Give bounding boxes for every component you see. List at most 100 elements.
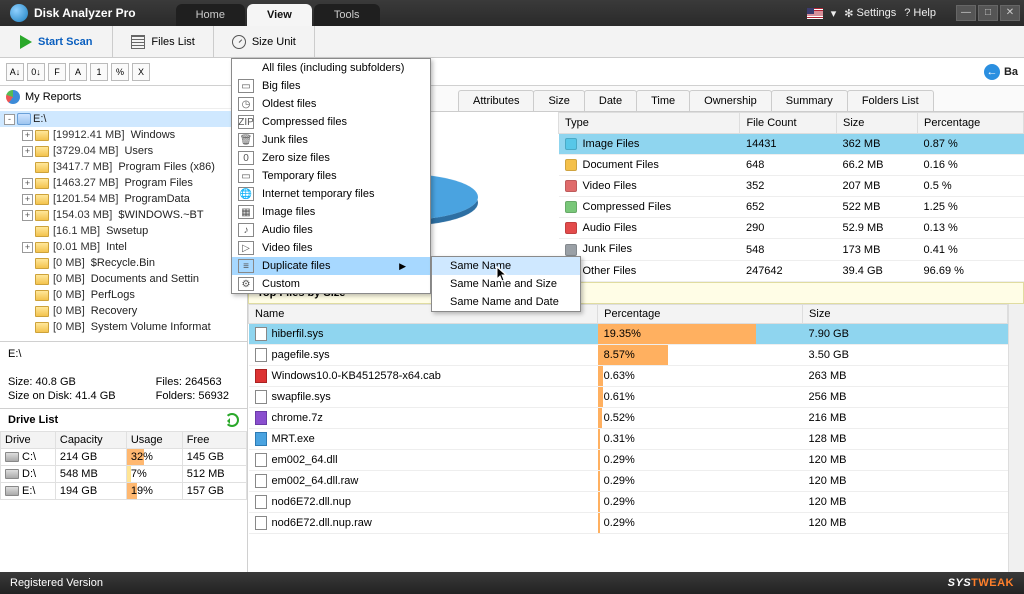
expander-icon[interactable]: + <box>22 194 33 205</box>
drive-row[interactable]: C:\214 GB32%145 GB <box>1 449 247 466</box>
file-row[interactable]: nod6E72.dll.nup.raw0.29%120 MB <box>249 513 1008 534</box>
col-type[interactable]: Type <box>559 113 740 134</box>
expander-icon[interactable]: + <box>22 210 33 221</box>
menu-item[interactable]: 🌐Internet temporary files <box>232 185 430 203</box>
submenu-item[interactable]: Same Name and Date <box>432 293 580 311</box>
file-row[interactable]: Windows10.0-KB4512578-x64.cab0.63%263 MB <box>249 366 1008 387</box>
type-row[interactable]: Document Files64866.2 MB0.16 % <box>559 155 1024 176</box>
filter-pct-button[interactable]: % <box>111 63 129 81</box>
type-row[interactable]: Video Files352207 MB0.5 % <box>559 176 1024 197</box>
files-list-button[interactable]: Files List <box>113 26 213 57</box>
menu-item[interactable]: 🗑Junk files <box>232 131 430 149</box>
content-tab[interactable]: Size <box>533 90 584 111</box>
window-close-button[interactable]: ✕ <box>1000 5 1020 21</box>
sort-asc-button[interactable]: A↓ <box>6 63 24 81</box>
tree-row[interactable]: [0 MB]Documents and Settin <box>0 271 247 287</box>
window-minimize-button[interactable]: — <box>956 5 976 21</box>
tree-row[interactable]: [0 MB]Recovery <box>0 303 247 319</box>
scrollbar[interactable] <box>1008 304 1024 572</box>
sort-desc-button[interactable]: 0↓ <box>27 63 45 81</box>
type-row[interactable]: Audio Files29052.9 MB0.13 % <box>559 218 1024 239</box>
col-count[interactable]: File Count <box>740 113 837 134</box>
size-unit-button[interactable]: Size Unit <box>214 26 315 57</box>
file-row[interactable]: hiberfil.sys19.35%7.90 GB <box>249 324 1008 345</box>
type-row[interactable]: Other Files24764239.4 GB96.69 % <box>559 260 1024 281</box>
expander-icon[interactable]: + <box>22 242 33 253</box>
menu-item[interactable]: ▦Image files <box>232 203 430 221</box>
col-capacity[interactable]: Capacity <box>55 432 126 449</box>
type-row[interactable]: Image Files14431362 MB0.87 % <box>559 134 1024 155</box>
menu-item[interactable]: 0Zero size files <box>232 149 430 167</box>
content-tab[interactable]: Summary <box>771 90 848 111</box>
content-tab[interactable]: Date <box>584 90 637 111</box>
settings-button[interactable]: ✻Settings <box>844 7 896 20</box>
folder-icon <box>35 274 49 285</box>
filter-a-button[interactable]: A <box>69 63 87 81</box>
submenu-item[interactable]: Same Name <box>432 257 580 275</box>
tab-view[interactable]: View <box>247 4 312 26</box>
tree-row[interactable]: [16.1 MB]Swsetup <box>0 223 247 239</box>
col-file-size[interactable]: Size <box>803 305 1008 324</box>
type-row[interactable]: Junk Files548173 MB0.41 % <box>559 239 1024 260</box>
tree-row[interactable]: +[1201.54 MB]ProgramData <box>0 191 247 207</box>
drive-row[interactable]: E:\194 GB19%157 GB <box>1 483 247 500</box>
tree-root[interactable]: - E:\ <box>0 111 247 127</box>
menu-item[interactable]: All files (including subfolders) <box>232 59 430 77</box>
tree-label: $Recycle.Bin <box>91 257 155 269</box>
menu-item[interactable]: ◷Oldest files <box>232 95 430 113</box>
content-tab[interactable]: Ownership <box>689 90 772 111</box>
filter-x-button[interactable]: X <box>132 63 150 81</box>
menu-item[interactable]: ≡Duplicate files▶ <box>232 257 430 275</box>
type-row[interactable]: Compressed Files652522 MB1.25 % <box>559 197 1024 218</box>
expander-icon[interactable]: + <box>22 146 33 157</box>
help-button[interactable]: ?Help <box>904 7 936 19</box>
col-usage[interactable]: Usage <box>126 432 182 449</box>
content-tab[interactable]: Folders List <box>847 90 934 111</box>
menu-item[interactable]: ⚙Custom <box>232 275 430 293</box>
tree-row[interactable]: +[19912.41 MB]Windows <box>0 127 247 143</box>
expander-icon[interactable]: + <box>22 130 33 141</box>
expander-icon[interactable]: + <box>22 178 33 189</box>
back-button[interactable]: ← Ba <box>984 64 1018 80</box>
file-row[interactable]: pagefile.sys8.57%3.50 GB <box>249 345 1008 366</box>
filter-1-button[interactable]: 1 <box>90 63 108 81</box>
filter-f-button[interactable]: F <box>48 63 66 81</box>
refresh-button[interactable] <box>225 413 239 427</box>
col-pct[interactable]: Percentage <box>918 113 1024 134</box>
menu-item[interactable]: ZIPCompressed files <box>232 113 430 131</box>
tree-row[interactable]: [0 MB]System Volume Informat <box>0 319 247 335</box>
file-row[interactable]: em002_64.dll0.29%120 MB <box>249 450 1008 471</box>
menu-item[interactable]: ▭Big files <box>232 77 430 95</box>
tab-tools[interactable]: Tools <box>314 4 380 26</box>
col-drive[interactable]: Drive <box>1 432 56 449</box>
file-row[interactable]: chrome.7z0.52%216 MB <box>249 408 1008 429</box>
drive-row[interactable]: D:\548 MB7%512 MB <box>1 466 247 483</box>
my-reports-header[interactable]: My Reports <box>0 86 247 109</box>
content-tab[interactable]: Attributes <box>458 90 534 111</box>
menu-item[interactable]: ▷Video files <box>232 239 430 257</box>
language-flag-icon[interactable] <box>807 8 823 19</box>
tab-home[interactable]: Home <box>176 4 245 26</box>
start-scan-button[interactable]: Start Scan <box>0 26 113 57</box>
col-size[interactable]: Size <box>837 113 918 134</box>
tree-row[interactable]: +[0.01 MB]Intel <box>0 239 247 255</box>
tree-row[interactable]: [3417.7 MB]Program Files (x86) <box>0 159 247 175</box>
content-tab[interactable]: Time <box>636 90 690 111</box>
tree-row[interactable]: [0 MB]PerfLogs <box>0 287 247 303</box>
language-dropdown-icon[interactable]: ▾ <box>831 7 837 20</box>
file-row[interactable]: MRT.exe0.31%128 MB <box>249 429 1008 450</box>
file-row[interactable]: nod6E72.dll.nup0.29%120 MB <box>249 492 1008 513</box>
submenu-item[interactable]: Same Name and Size <box>432 275 580 293</box>
tree-row[interactable]: +[1463.27 MB]Program Files <box>0 175 247 191</box>
col-free[interactable]: Free <box>182 432 246 449</box>
file-row[interactable]: swapfile.sys0.61%256 MB <box>249 387 1008 408</box>
tree-row[interactable]: +[154.03 MB]$WINDOWS.~BT <box>0 207 247 223</box>
menu-item[interactable]: ▭Temporary files <box>232 167 430 185</box>
expander-icon[interactable]: - <box>4 114 15 125</box>
tree-row[interactable]: [0 MB]$Recycle.Bin <box>0 255 247 271</box>
menu-item[interactable]: ♪Audio files <box>232 221 430 239</box>
file-row[interactable]: em002_64.dll.raw0.29%120 MB <box>249 471 1008 492</box>
window-maximize-button[interactable]: □ <box>978 5 998 21</box>
tree-row[interactable]: +[3729.04 MB]Users <box>0 143 247 159</box>
col-percentage[interactable]: Percentage <box>598 305 803 324</box>
